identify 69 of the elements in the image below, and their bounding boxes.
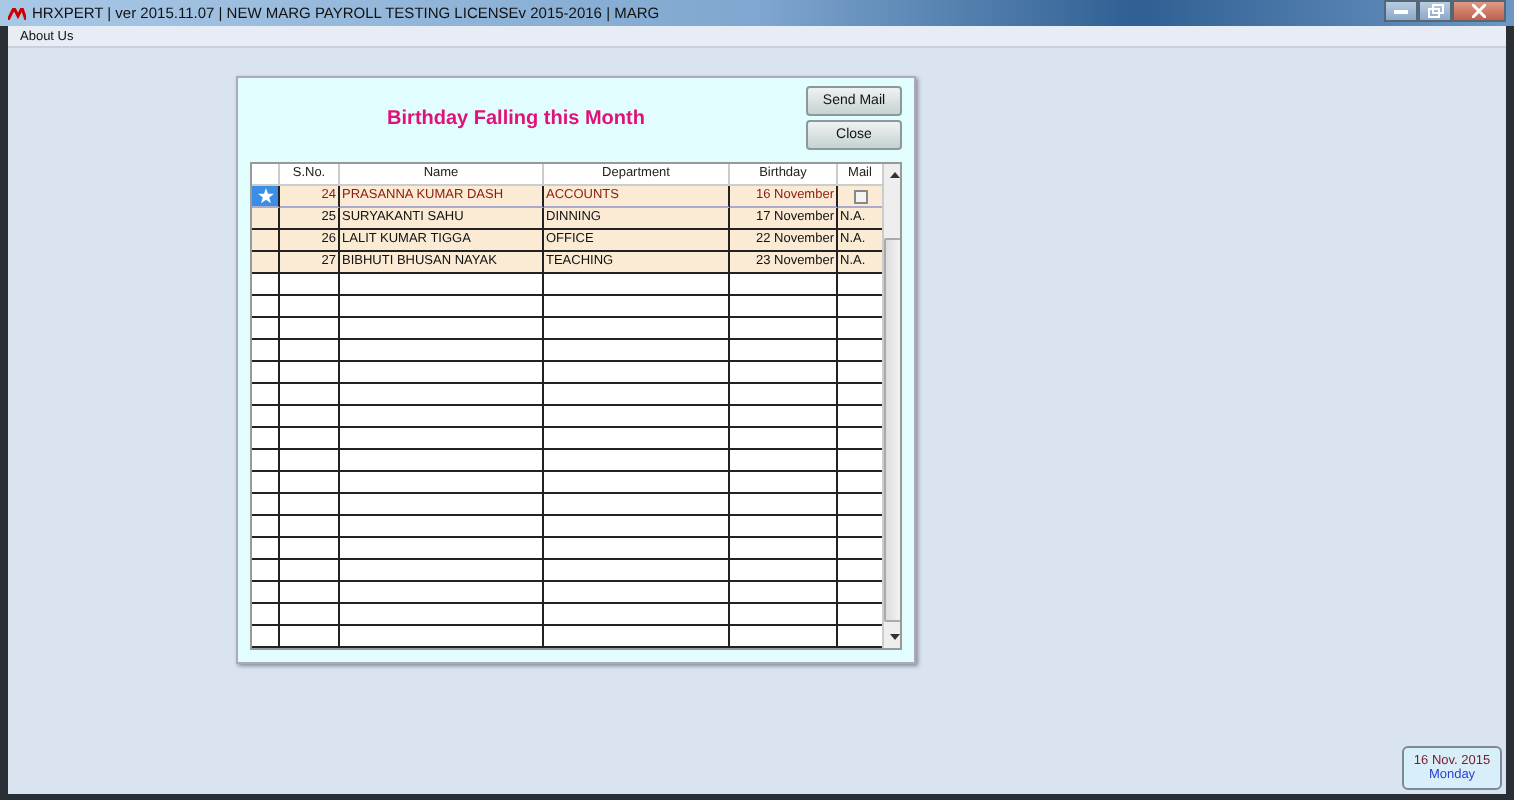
empty-cell <box>252 516 280 538</box>
empty-cell <box>280 604 340 626</box>
empty-cell <box>730 406 838 428</box>
empty-cell <box>280 450 340 472</box>
empty-cell <box>252 296 280 318</box>
close-icon <box>1472 4 1486 18</box>
empty-cell <box>730 384 838 406</box>
empty-cell <box>252 494 280 516</box>
vertical-scrollbar[interactable] <box>882 164 900 648</box>
empty-cell <box>730 516 838 538</box>
row-selector[interactable] <box>252 186 280 208</box>
empty-cell <box>252 560 280 582</box>
empty-cell <box>252 362 280 384</box>
empty-cell <box>730 494 838 516</box>
empty-cell <box>730 362 838 384</box>
empty-cell <box>252 428 280 450</box>
app-logo-icon <box>8 7 26 19</box>
empty-cell <box>280 516 340 538</box>
empty-cell <box>252 318 280 340</box>
dialog-title: Birthday Falling this Month <box>385 108 647 130</box>
empty-cell <box>730 582 838 604</box>
empty-cell <box>280 582 340 604</box>
empty-cell <box>280 538 340 560</box>
restore-button[interactable] <box>1418 0 1452 22</box>
scroll-thumb[interactable] <box>884 238 900 622</box>
empty-cell <box>730 560 838 582</box>
empty-cell <box>730 428 838 450</box>
empty-cell <box>252 472 280 494</box>
mail-checkbox[interactable] <box>854 189 868 203</box>
empty-cell <box>252 450 280 472</box>
empty-cell <box>280 318 340 340</box>
empty-cell <box>252 340 280 362</box>
empty-cell <box>252 406 280 428</box>
empty-cell <box>280 340 340 362</box>
empty-cell <box>280 472 340 494</box>
row-selector[interactable] <box>252 230 280 252</box>
minimize-icon <box>1394 9 1408 13</box>
empty-cell <box>252 384 280 406</box>
empty-cell <box>280 560 340 582</box>
empty-cell <box>280 362 340 384</box>
row-selector[interactable] <box>252 208 280 230</box>
empty-cell <box>730 450 838 472</box>
row-selector[interactable] <box>252 252 280 274</box>
empty-cell <box>280 274 340 296</box>
empty-cell <box>252 626 280 648</box>
empty-cell <box>280 494 340 516</box>
empty-cell <box>252 538 280 560</box>
empty-cell <box>730 296 838 318</box>
empty-cell <box>730 274 838 296</box>
empty-cell <box>280 428 340 450</box>
empty-cell <box>280 406 340 428</box>
empty-cell <box>252 582 280 604</box>
scroll-up-icon <box>889 172 899 178</box>
empty-cell <box>730 538 838 560</box>
empty-cell <box>730 340 838 362</box>
empty-cell <box>252 274 280 296</box>
scroll-down-icon <box>889 634 899 640</box>
empty-cell <box>280 384 340 406</box>
close-window-button[interactable] <box>1452 0 1506 22</box>
empty-cell <box>730 472 838 494</box>
empty-cell <box>280 626 340 648</box>
restore-icon <box>1427 4 1443 18</box>
minimize-button[interactable] <box>1384 0 1418 22</box>
empty-cell <box>730 318 838 340</box>
empty-cell <box>280 296 340 318</box>
empty-cell <box>730 626 838 648</box>
empty-cell <box>730 604 838 626</box>
star-icon <box>257 188 273 204</box>
empty-cell <box>252 604 280 626</box>
